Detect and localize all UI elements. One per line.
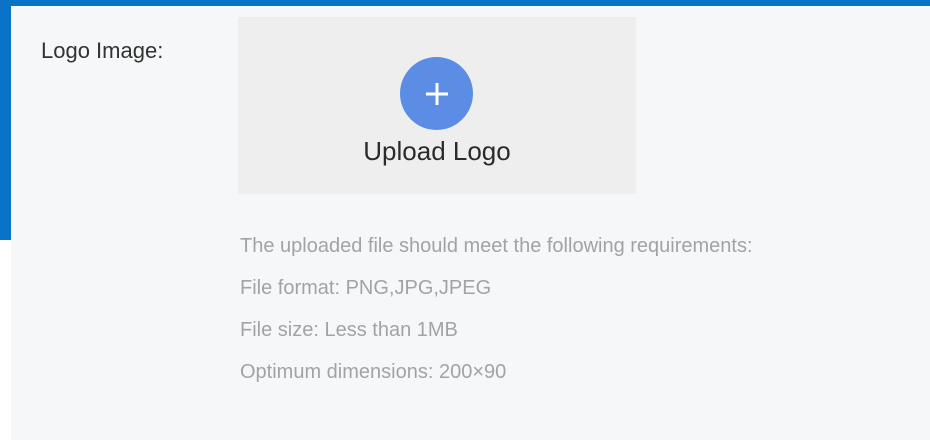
file-format-requirement: File format: PNG,JPG,JPEG — [240, 277, 492, 299]
upload-requirements: The uploaded file should meet the follow… — [240, 230, 920, 398]
upload-logo-label: Upload Logo — [363, 136, 511, 166]
dimensions-requirement: Optimum dimensions: 200×90 — [240, 361, 507, 383]
file-size-requirement: File size: Less than 1MB — [240, 319, 458, 341]
upload-logo-button[interactable]: Upload Logo — [238, 17, 636, 194]
logo-image-label: Logo Image: — [41, 38, 164, 63]
left-border — [0, 0, 11, 240]
logo-upload-form: Logo Image: Upload Logo The uploaded fil… — [0, 0, 930, 440]
plus-icon[interactable] — [400, 57, 473, 130]
requirements-heading: The uploaded file should meet the follow… — [240, 235, 753, 257]
